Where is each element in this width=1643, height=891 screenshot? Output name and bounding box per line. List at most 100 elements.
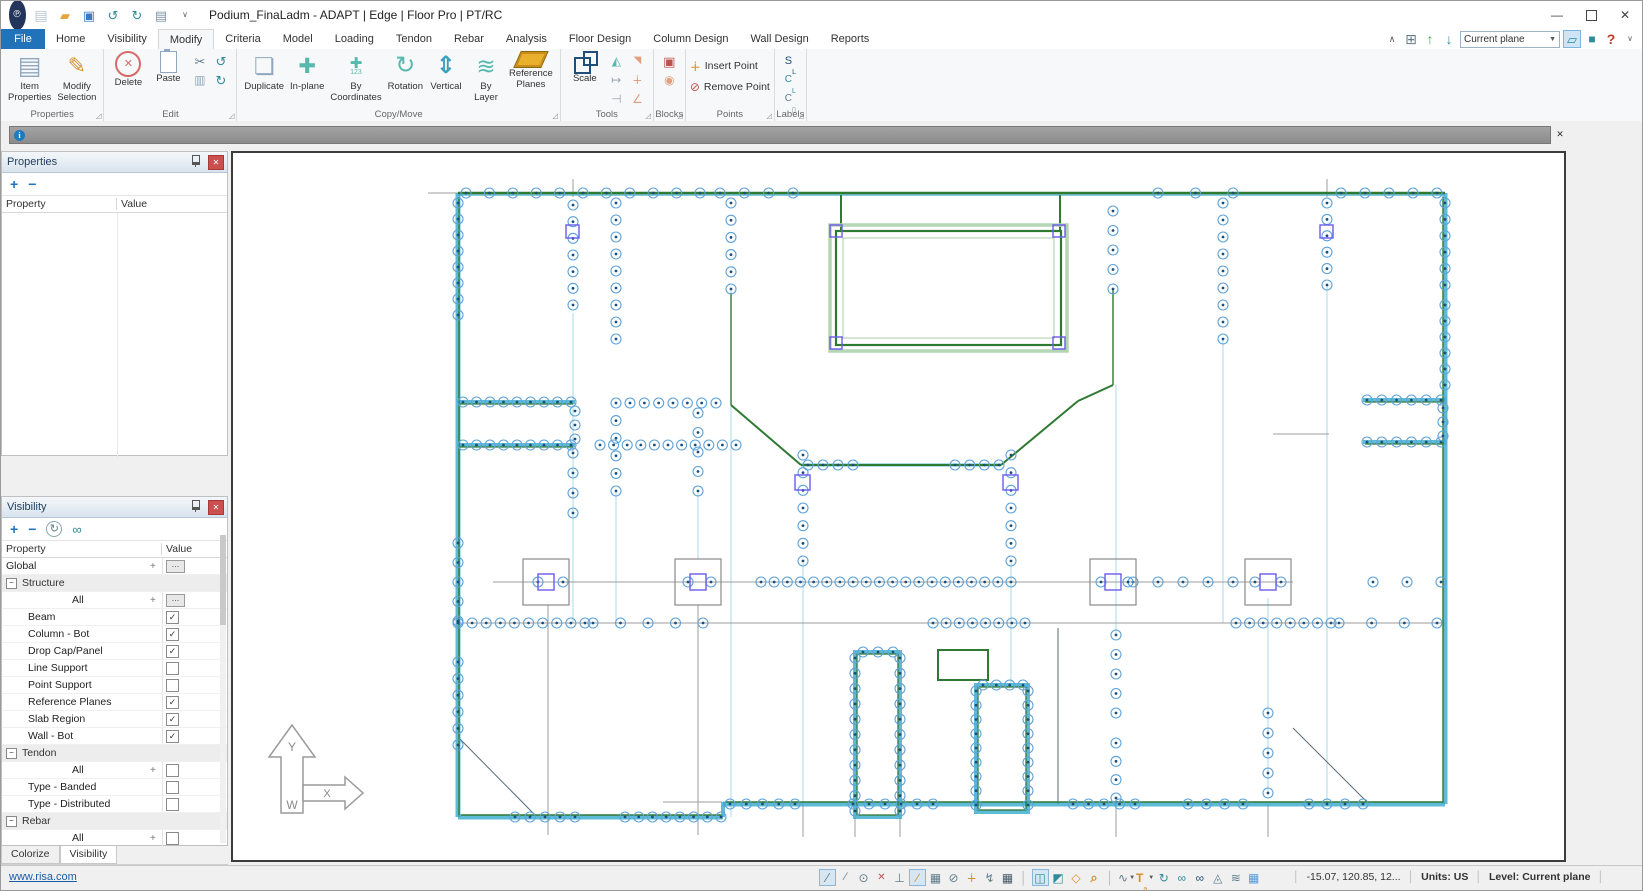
rotation-button[interactable]: ↻Rotation xyxy=(385,50,426,94)
save-icon[interactable]: ▣ xyxy=(79,5,99,25)
snap-nearest-icon[interactable]: ∕ xyxy=(909,869,926,886)
tab-rebar[interactable]: Rebar xyxy=(443,29,495,49)
visibility-row-structure[interactable]: −Structure xyxy=(2,575,227,592)
item-properties-button[interactable]: ▤Item Properties xyxy=(5,50,54,104)
bottom-tab-colorize[interactable]: Colorize xyxy=(1,846,60,864)
expand-icon[interactable]: + xyxy=(150,561,156,572)
visibility-scrollbar[interactable] xyxy=(220,535,226,843)
visibility-row-column-bot[interactable]: Column - Bot✓ xyxy=(2,626,227,643)
tab-floor-design[interactable]: Floor Design xyxy=(558,29,642,49)
drawing-canvas[interactable]: YWX xyxy=(231,151,1566,862)
tab-reports[interactable]: Reports xyxy=(820,29,881,49)
collapse-icon[interactable]: − xyxy=(6,578,17,589)
units-indicator[interactable]: Units: US xyxy=(1421,871,1468,883)
snap-segment-icon[interactable]: ∕ xyxy=(837,869,854,886)
add-icon[interactable]: + xyxy=(10,522,18,536)
snap-line-icon[interactable]: ∕ xyxy=(819,869,836,886)
delete-button[interactable]: ✕Delete xyxy=(108,50,148,90)
insert-point-button[interactable]: ∔Insert Point xyxy=(690,58,770,74)
duplicate-button[interactable]: ❏Duplicate xyxy=(241,50,287,94)
options-button[interactable]: … xyxy=(166,594,185,607)
tab-file[interactable]: File xyxy=(1,29,45,49)
tab-column-design[interactable]: Column Design xyxy=(642,29,739,49)
visibility-row-reference-planes[interactable]: Reference Planes✓ xyxy=(2,694,227,711)
visibility-row-all[interactable]: All+ xyxy=(2,830,227,847)
bottom-tab-visibility[interactable]: Visibility xyxy=(60,846,118,864)
redo-icon[interactable]: ↻ xyxy=(127,5,147,25)
checkbox[interactable] xyxy=(166,798,179,811)
risa-link[interactable]: www.risa.com xyxy=(9,871,77,883)
visibility-row-rebar[interactable]: −Rebar xyxy=(2,813,227,830)
reference-planes-button[interactable]: Reference Planes xyxy=(506,50,556,91)
ribbon-collapse-icon[interactable]: ∧ xyxy=(1384,31,1400,47)
properties-list[interactable] xyxy=(2,213,227,458)
qat-more-icon[interactable]: ∨ xyxy=(175,5,195,25)
snap-point-icon[interactable]: ∔ xyxy=(963,869,980,886)
redo-button[interactable]: ↻ xyxy=(211,71,230,89)
tab-modify[interactable]: Modify xyxy=(158,29,214,49)
expand-icon[interactable]: + xyxy=(150,595,156,606)
remove-icon[interactable]: − xyxy=(28,522,36,536)
tab-visibility[interactable]: Visibility xyxy=(96,29,158,49)
by-coordinates-button[interactable]: ✚123By Coordinates xyxy=(327,50,384,104)
level-down-icon[interactable]: ↓ xyxy=(1441,31,1457,47)
checkbox[interactable]: ✓ xyxy=(166,628,179,641)
display-grid-icon[interactable]: ▦ xyxy=(999,869,1016,886)
visibility-row-slab-region[interactable]: Slab Region✓ xyxy=(2,711,227,728)
checkbox[interactable]: ✓ xyxy=(166,730,179,743)
checkbox[interactable] xyxy=(166,679,179,692)
collapse-icon[interactable]: − xyxy=(6,816,17,827)
scale-button[interactable]: Scale xyxy=(565,50,605,86)
dialog-launcher-icon[interactable]: ◿ xyxy=(96,112,101,120)
checkbox[interactable]: ✓ xyxy=(166,611,179,624)
print-icon[interactable]: ▤ xyxy=(151,5,171,25)
isolate-icon[interactable]: ∞ xyxy=(72,523,81,536)
visibility-row-global[interactable]: Global+… xyxy=(2,558,227,575)
visibility-row-all[interactable]: All+ xyxy=(2,762,227,779)
plane-selector[interactable]: Current plane▼ xyxy=(1460,31,1560,48)
checkbox[interactable] xyxy=(166,832,179,845)
dialog-launcher-icon[interactable]: ◿ xyxy=(798,112,803,120)
modify-selection-button[interactable]: ✎Modify Selection xyxy=(54,50,99,104)
render-icon[interactable]: ◬ xyxy=(1209,869,1226,886)
collapse-icon[interactable]: − xyxy=(6,748,17,759)
remove-point-button[interactable]: ⊘Remove Point xyxy=(690,79,770,95)
checkbox[interactable]: ✓ xyxy=(166,645,179,658)
more-icon[interactable]: ∨ xyxy=(1622,31,1638,47)
visibility-row-drop-cap-panel[interactable]: Drop Cap/Panel✓ xyxy=(2,643,227,660)
snap-intersection-icon[interactable]: ✕ xyxy=(873,869,890,886)
dialog-launcher-icon[interactable]: ◿ xyxy=(766,112,771,120)
tab-analysis[interactable]: Analysis xyxy=(495,29,558,49)
visibility-row-all[interactable]: All+… xyxy=(2,592,227,609)
visibility-row-type-distributed[interactable]: Type - Distributed xyxy=(2,796,227,813)
floor-plan[interactable]: YWX xyxy=(233,153,1564,860)
help-icon[interactable]: ? xyxy=(1603,31,1619,47)
glasses-dark-icon[interactable]: ∞ xyxy=(1191,869,1208,886)
by-layer-button[interactable]: ≋By Layer xyxy=(466,50,506,104)
dialog-launcher-icon[interactable]: ◿ xyxy=(677,112,682,120)
paste-button[interactable]: Paste xyxy=(148,50,188,86)
visibility-row-beam[interactable]: Beam✓ xyxy=(2,609,227,626)
dialog-launcher-icon[interactable]: ◿ xyxy=(552,112,557,120)
checkbox[interactable] xyxy=(166,764,179,777)
view-iso-icon[interactable]: ◇ xyxy=(1068,869,1085,886)
properties-close-button[interactable]: ✕ xyxy=(208,155,224,170)
dialog-launcher-icon[interactable]: ◿ xyxy=(645,112,650,120)
undo-icon[interactable]: ↺ xyxy=(103,5,123,25)
dialog-launcher-icon[interactable]: ◿ xyxy=(229,112,234,120)
level-indicator[interactable]: Level: Current plane xyxy=(1489,871,1591,883)
refresh-icon[interactable]: ↻ xyxy=(46,521,62,537)
label-general-button[interactable]: C▯ xyxy=(781,90,800,108)
snap-perpendicular-icon[interactable]: ⊥ xyxy=(891,869,908,886)
open-folder-icon[interactable]: ▰ xyxy=(55,5,75,25)
tab-home[interactable]: Home xyxy=(45,29,96,49)
visibility-row-line-support[interactable]: Line Support xyxy=(2,660,227,677)
visibility-row-type-banded[interactable]: Type - Banded xyxy=(2,779,227,796)
in-plane-button[interactable]: ✚In-plane xyxy=(287,50,327,94)
layers-icon[interactable]: ≋ xyxy=(1227,869,1244,886)
add-icon[interactable]: + xyxy=(10,177,18,191)
pin-icon[interactable] xyxy=(192,155,200,165)
checkbox[interactable]: ✓ xyxy=(166,696,179,709)
tendon-mode-icon[interactable]: Ta▼ xyxy=(1136,869,1154,886)
table-grid-icon[interactable]: ▦ xyxy=(1245,869,1262,886)
